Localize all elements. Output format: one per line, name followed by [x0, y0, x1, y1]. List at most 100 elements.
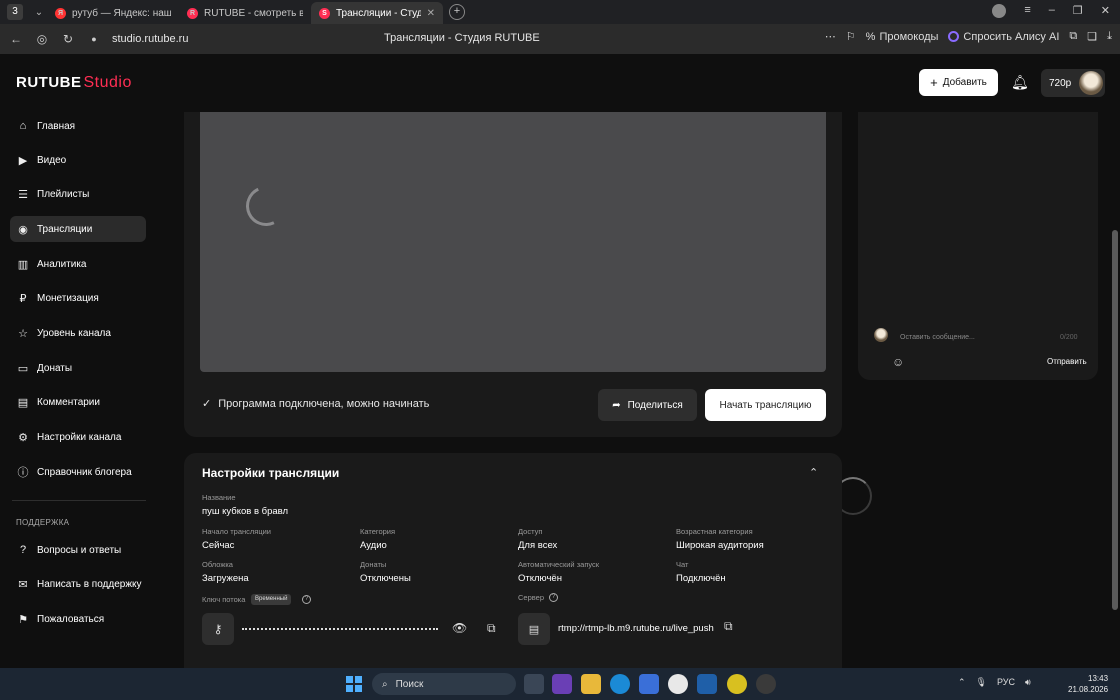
donate-icon: ▭	[17, 362, 29, 375]
sidebar-item-video[interactable]: ▶ Видео	[10, 147, 146, 173]
chat-char-counter: 0/200	[1060, 334, 1078, 341]
profile-menu[interactable]: 720p	[1041, 69, 1105, 97]
reload-icon[interactable]: ↻	[58, 32, 78, 46]
sidebar-item-channel-level[interactable]: ☆ Уровень канала	[10, 320, 146, 346]
scrollbar-thumb[interactable]	[1112, 230, 1118, 610]
rutube-icon: R	[187, 7, 198, 19]
help-question-icon[interactable]: ?	[302, 595, 311, 604]
field-label: Начало трансляции	[202, 527, 271, 536]
teams-icon[interactable]	[552, 674, 572, 694]
tray-chevron-up-icon[interactable]: ⌃	[958, 677, 966, 688]
star-icon: ☆	[18, 327, 28, 340]
studio-header: RUTUBE Studio + Добавить 🔔︎ 720p	[0, 54, 1120, 112]
new-tab-plus-icon[interactable]: +	[449, 4, 465, 20]
file-explorer-icon[interactable]	[581, 674, 601, 694]
back-arrow-icon[interactable]: ←	[6, 32, 26, 46]
sidebar-item-broadcasts[interactable]: ◉ Трансляции	[10, 216, 146, 242]
help-question-icon[interactable]: ?	[549, 593, 558, 602]
mail-icon: ✉	[18, 578, 28, 591]
connection-status-text: Программа подключена, можно начинать	[218, 397, 430, 410]
ask-alice-button[interactable]: Спросить Алису AI	[948, 31, 1059, 43]
windows-taskbar: ⌕ Поиск ⌃ 🎙︎ РУС 🔊︎ 13:43 21.08.2026	[0, 668, 1120, 700]
sidebar-item-home[interactable]: ⌂ Главная	[10, 113, 146, 139]
field-value: Широкая аудитория	[676, 540, 764, 551]
sidebar-item-label: Пожаловаться	[37, 613, 105, 625]
obs-icon[interactable]	[756, 674, 776, 694]
field-label: Чат	[676, 560, 689, 569]
quality-label: 720p	[1049, 77, 1072, 89]
browser-tab-yandex[interactable]: Я рутуб — Яндекс: нашлос	[47, 2, 179, 24]
more-dots-icon[interactable]: ⋯	[825, 30, 836, 43]
app-icon[interactable]	[727, 674, 747, 694]
protect-icon[interactable]: ◎	[32, 32, 52, 46]
chat-panel: Оставить сообщение... 0/200 ☺ Отправить	[858, 112, 1098, 380]
input-language[interactable]: РУС	[997, 677, 1015, 688]
sidebar-item-analytics[interactable]: ▥ Аналитика	[10, 251, 146, 277]
rutube-studio-logo[interactable]: RUTUBE Studio	[16, 74, 132, 92]
share-button[interactable]: ➦ Поделиться	[598, 389, 697, 421]
photos-icon[interactable]	[697, 674, 717, 694]
sidebar-item-comments[interactable]: ▤ Комментарии	[10, 389, 146, 415]
plus-icon: +	[930, 75, 938, 90]
sidebar-item-donations[interactable]: ▭ Донаты	[10, 355, 146, 381]
sidebar-item-write-support[interactable]: ✉ Написать в поддержку	[10, 571, 146, 597]
browser-menu-icon[interactable]: ≡	[1024, 4, 1030, 18]
page-scrollbar[interactable]	[1110, 112, 1120, 668]
sidebar-item-report[interactable]: ⚑ Пожаловаться	[10, 606, 146, 632]
close-window-icon[interactable]: ✕	[1101, 4, 1110, 18]
sidebar-item-faq[interactable]: ? Вопросы и ответы	[10, 537, 146, 563]
windows-start-icon[interactable]	[346, 676, 362, 692]
taskbar-clock[interactable]: 13:43 21.08.2026	[1068, 673, 1108, 695]
field-label: Категория	[360, 527, 396, 536]
clock-date: 21.08.2026	[1068, 685, 1109, 694]
edge-icon[interactable]	[610, 674, 630, 694]
question-icon: ?	[19, 544, 27, 556]
field-label: Обложка	[202, 560, 233, 569]
url-field[interactable]: studio.rutube.ru	[112, 33, 188, 45]
field-label: Возрастная категория	[676, 527, 753, 536]
taskbar-search[interactable]: ⌕ Поиск	[372, 673, 516, 695]
task-view-icon[interactable]	[524, 674, 544, 694]
search-icon: ⌕	[382, 678, 388, 690]
sidebar-item-label: Комментарии	[37, 396, 100, 408]
store-icon[interactable]	[639, 674, 659, 694]
collapse-chevron-up-icon[interactable]: ⌃	[809, 466, 818, 479]
sidebar-item-label: Настройки канала	[37, 431, 122, 443]
add-button[interactable]: + Добавить	[919, 69, 998, 96]
sidebar-item-blogger-guide[interactable]: ⓘ Справочник блогера	[10, 459, 146, 485]
browser-tab-studio[interactable]: S Трансляции - Студия R ✕	[311, 2, 443, 24]
video-preview[interactable]	[200, 112, 826, 372]
sidebar-item-monetization[interactable]: ₽ Монетизация	[10, 285, 146, 311]
chat-message-input[interactable]: Оставить сообщение...	[900, 334, 975, 341]
microphone-icon[interactable]: 🎙︎	[976, 677, 987, 688]
collections-icon[interactable]: ❏	[1087, 30, 1097, 43]
yandex-browser-icon[interactable]	[668, 674, 688, 694]
flag-icon: ⚑	[18, 613, 28, 626]
page-title-display: Трансляции - Студия RUTUBE	[384, 32, 540, 44]
copy-key-icon[interactable]: ⧉	[487, 621, 496, 636]
minimize-icon[interactable]: –	[1049, 4, 1055, 18]
tab-counter-badge[interactable]: 3	[7, 4, 23, 20]
bookmark-icon[interactable]: ⚐	[846, 30, 856, 43]
close-tab-icon[interactable]: ✕	[427, 8, 435, 19]
download-icon[interactable]: ⤓	[1107, 30, 1112, 43]
broadcast-icon: ◉	[18, 223, 28, 236]
restore-icon[interactable]: ❐	[1073, 4, 1083, 18]
chat-send-button[interactable]: Отправить	[1047, 357, 1087, 366]
volume-icon[interactable]: 🔊︎	[1025, 677, 1031, 688]
browser-tab-rutube[interactable]: R RUTUBE - смотреть видео	[179, 2, 311, 24]
browser-account-icon[interactable]	[992, 4, 1007, 18]
promo-button[interactable]: % Промокоды	[866, 31, 939, 43]
extensions-icon[interactable]: ⧉	[1069, 30, 1077, 43]
sidebar-item-playlists[interactable]: ☰ Плейлисты	[10, 181, 146, 207]
copy-server-icon[interactable]: ⧉	[724, 619, 733, 634]
emoji-icon[interactable]: ☺	[892, 355, 904, 369]
notifications-bell-icon[interactable]: 🔔︎	[1011, 74, 1029, 91]
site-info-icon[interactable]: ●	[84, 34, 104, 44]
show-key-eye-icon[interactable]: 👁︎	[452, 621, 467, 635]
clock-time: 13:43	[1088, 674, 1109, 683]
tab-list-chevron-icon[interactable]: ⌄	[31, 7, 47, 18]
sidebar-item-channel-settings[interactable]: ⚙ Настройки канала	[10, 424, 146, 450]
start-broadcast-button[interactable]: Начать трансляцию	[705, 389, 826, 421]
sidebar-item-label: Плейлисты	[37, 188, 90, 200]
